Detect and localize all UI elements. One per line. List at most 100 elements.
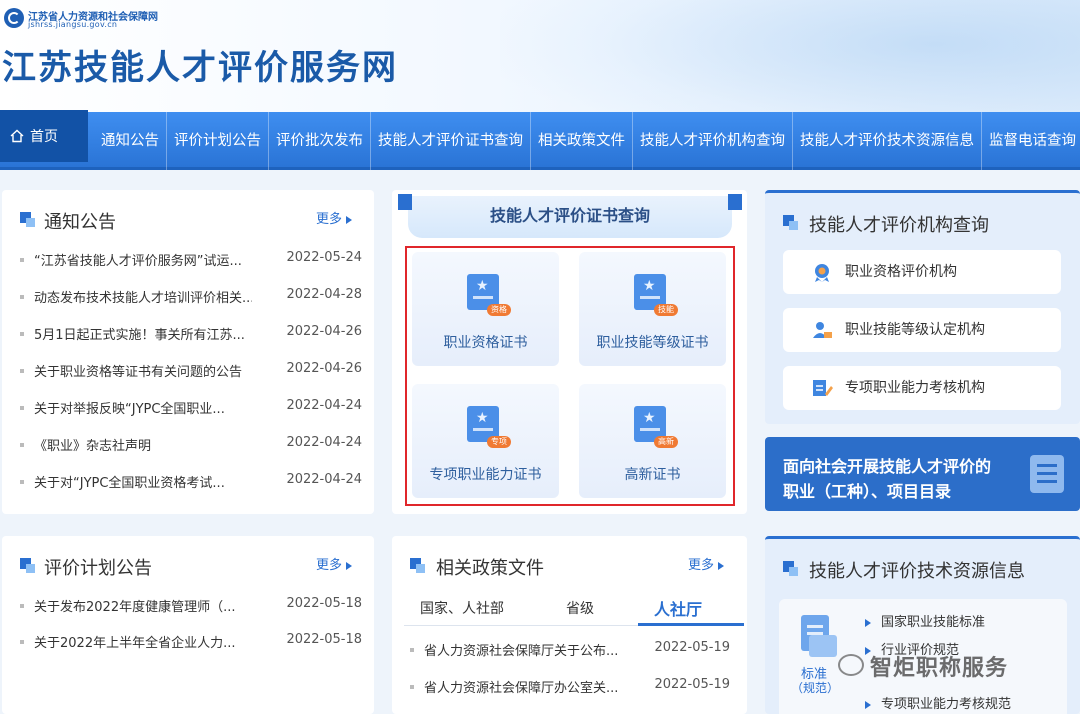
cert-tag: 资格: [487, 304, 511, 316]
list-item-title: 《职业》杂志社声明: [34, 439, 152, 454]
list-item[interactable]: “江苏省技能人才评价服务网”试运... 2022-05-24: [20, 250, 362, 270]
org-btn-label: 职业资格评价机构: [845, 264, 957, 280]
home-icon: [10, 129, 24, 143]
list-item-date: 2022-05-19: [654, 640, 730, 655]
cert-tile-skill-level[interactable]: ★ 技能 职业技能等级证书: [579, 252, 726, 366]
list-item-date: 2022-04-28: [286, 287, 362, 302]
cert-tag: 高新: [654, 436, 678, 448]
nav-item-cert-query[interactable]: 技能人才评价证书查询: [371, 112, 531, 170]
list-item-title: 关于2022年上半年全省企业人力...: [34, 636, 236, 651]
cert-query-panel: 技能人才评价证书查询 ★ 资格 职业资格证书 ★ 技能 职业技能等级证书 ★ 专项 专…: [392, 190, 747, 514]
list-item-date: 2022-04-24: [286, 398, 362, 413]
arrow-right-icon: [718, 561, 725, 570]
list-item-title: 动态发布技术技能人才培训评价相关...: [34, 291, 252, 306]
certificate-icon: ★ 技能: [634, 274, 678, 316]
nav-item-plan[interactable]: 评价计划公告: [167, 112, 269, 170]
list-item-date: 2022-04-24: [286, 435, 362, 450]
org-btn-qualification[interactable]: 职业资格评价机构: [783, 250, 1061, 294]
list-icon: [1030, 455, 1064, 493]
nav-item-policy[interactable]: 相关政策文件: [531, 112, 633, 170]
list-item-date: 2022-04-26: [286, 324, 362, 339]
watermark-text: 智炬职称服务: [870, 656, 1009, 681]
arrow-right-icon: [865, 618, 871, 627]
nav-home-label: 首页: [30, 129, 58, 145]
standard-sublabel: （规范）: [791, 681, 840, 695]
active-tab-indicator: [638, 623, 744, 626]
list-item[interactable]: 关于对举报反映“JYPC全国职业... 2022-04-24: [20, 398, 362, 418]
cert-tile-label: 职业技能等级证书: [596, 335, 709, 351]
list-item-title: 省人力资源社会保障厅办公室关...: [424, 681, 619, 696]
arrow-right-icon: [865, 700, 871, 709]
cert-tag: 专项: [487, 436, 511, 448]
list-item-date: 2022-05-18: [286, 596, 362, 611]
policy-tabs: 国家、人社部 省级 人社厅: [404, 596, 744, 626]
tab-provincial[interactable]: 省级: [566, 598, 594, 618]
plan-more-link[interactable]: 更多: [316, 554, 353, 573]
document-edit-icon: [813, 380, 833, 396]
tab-national[interactable]: 国家、人社部: [420, 598, 504, 618]
cert-tile-label: 高新证书: [624, 467, 681, 483]
resource-item-national-standard[interactable]: 国家职业技能标准: [865, 611, 985, 630]
list-item[interactable]: 省人力资源社会保障厅关于公布... 2022-05-19: [410, 640, 730, 660]
policy-title: 相关政策文件: [436, 558, 544, 579]
main-nav: 首页 通知公告 评价计划公告 评价批次发布 技能人才评价证书查询 相关政策文件 …: [0, 110, 1080, 170]
section-icon: [783, 215, 798, 230]
cert-tile-hightech[interactable]: ★ 高新 高新证书: [579, 384, 726, 498]
section-icon: [20, 558, 35, 573]
policy-panel: 相关政策文件 更多 国家、人社部 省级 人社厅 省人力资源社会保障厅关于公布..…: [392, 536, 747, 714]
org-url[interactable]: jshrss.jiangsu.gov.cn: [28, 20, 117, 29]
wechat-watermark-icon: [838, 654, 864, 676]
cert-query-header: 技能人才评价证书查询: [398, 194, 742, 238]
list-item-title: 关于对“JYPC全国职业资格考试...: [34, 476, 225, 491]
nav-item-hotline[interactable]: 监督电话查询: [982, 112, 1080, 170]
cert-tile-special[interactable]: ★ 专项 专项职业能力证书: [412, 384, 559, 498]
more-label: 更多: [316, 558, 343, 573]
list-item[interactable]: 省人力资源社会保障厅办公室关... 2022-05-19: [410, 677, 730, 697]
cert-query-title: 技能人才评价证书查询: [489, 206, 650, 225]
policy-more-link[interactable]: 更多: [688, 554, 725, 573]
banner-line1: 面向社会开展技能人才评价的: [783, 457, 992, 476]
list-item-title: 关于对举报反映“JYPC全国职业...: [34, 402, 225, 417]
list-item-date: 2022-05-24: [286, 250, 362, 265]
nav-item-notice[interactable]: 通知公告: [94, 112, 167, 170]
occupation-catalog-banner[interactable]: 面向社会开展技能人才评价的 职业（工种）、项目目录: [765, 437, 1080, 511]
standard-document-icon: [801, 615, 837, 657]
org-btn-special[interactable]: 专项职业能力考核机构: [783, 366, 1061, 410]
org-btn-skill-level[interactable]: 职业技能等级认定机构: [783, 308, 1061, 352]
header-decoration: [500, 0, 1080, 112]
more-label: 更多: [688, 558, 715, 573]
list-item-date: 2022-05-18: [286, 632, 362, 647]
arrow-right-icon: [346, 561, 353, 570]
list-item-date: 2022-05-19: [654, 677, 730, 692]
nav-item-resource[interactable]: 技能人才评价技术资源信息: [793, 112, 982, 170]
cert-tile-qualification[interactable]: ★ 资格 职业资格证书: [412, 252, 559, 366]
list-item[interactable]: 《职业》杂志社声明 2022-04-24: [20, 435, 362, 455]
banner-line2: 职业（工种）、项目目录: [783, 482, 952, 501]
plan-panel: 评价计划公告 更多 关于发布2022年度健康管理师（... 2022-05-18 …: [2, 536, 374, 714]
nav-items: 通知公告 评价计划公告 评价批次发布 技能人才评价证书查询 相关政策文件 技能人…: [94, 112, 1080, 170]
resource-item-label: 国家职业技能标准: [881, 615, 986, 630]
list-item-date: 2022-04-24: [286, 472, 362, 487]
org-query-panel: 技能人才评价机构查询 职业资格评价机构 职业技能等级认定机构 专项职业能力考核机…: [765, 190, 1080, 424]
list-item[interactable]: 关于2022年上半年全省企业人力... 2022-05-18: [20, 632, 362, 652]
nav-item-org-query[interactable]: 技能人才评价机构查询: [633, 112, 793, 170]
list-item[interactable]: 5月1日起正式实施！事关所有江苏... 2022-04-26: [20, 324, 362, 344]
tab-hrss-dept[interactable]: 人社厅: [654, 596, 702, 620]
cert-tile-label: 职业资格证书: [443, 335, 528, 351]
resource-item-special-norm[interactable]: 专项职业能力考核规范: [865, 693, 1011, 712]
nav-item-batch[interactable]: 评价批次发布: [269, 112, 371, 170]
org-btn-label: 职业技能等级认定机构: [845, 322, 985, 338]
list-item[interactable]: 关于对“JYPC全国职业资格考试... 2022-04-24: [20, 472, 362, 492]
list-item[interactable]: 动态发布技术技能人才培训评价相关... 2022-04-28: [20, 287, 362, 307]
notice-more-link[interactable]: 更多: [316, 208, 353, 227]
cert-tag: 技能: [654, 304, 678, 316]
certificate-icon: ★ 专项: [467, 406, 511, 448]
list-item-title: 5月1日起正式实施！事关所有江苏...: [34, 328, 245, 343]
list-item[interactable]: 关于职业资格等证书有关问题的公告 2022-04-26: [20, 361, 362, 381]
org-logo-icon[interactable]: [4, 8, 24, 28]
site-title: 江苏技能人才评价服务网: [2, 48, 398, 88]
arrow-right-icon: [346, 215, 353, 224]
medal-icon: [815, 264, 829, 282]
nav-home[interactable]: 首页: [0, 110, 88, 162]
list-item[interactable]: 关于发布2022年度健康管理师（... 2022-05-18: [20, 596, 362, 616]
